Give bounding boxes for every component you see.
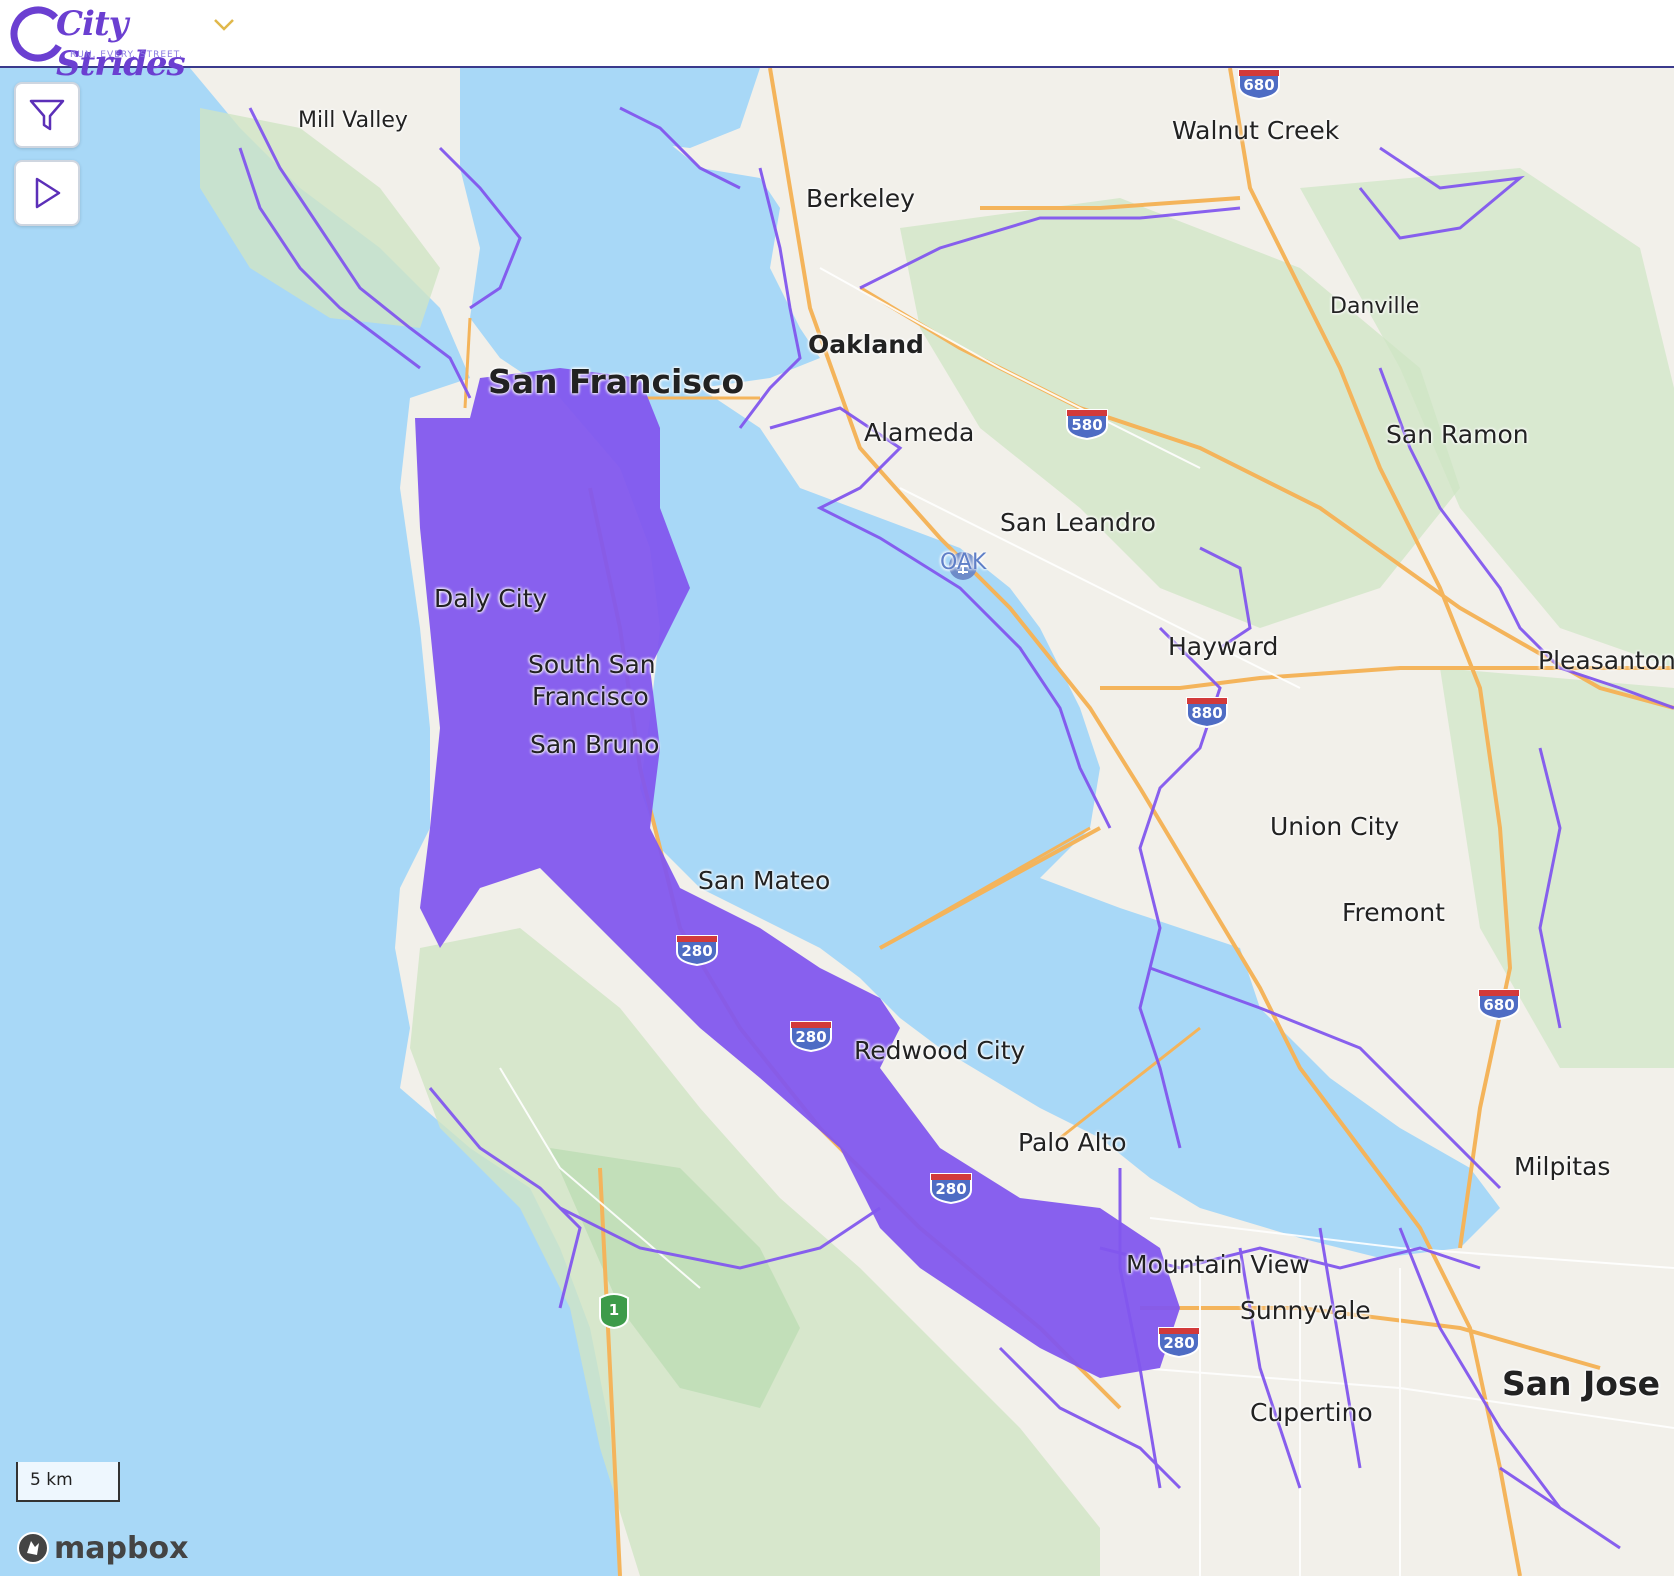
place-label: Union City (1270, 812, 1400, 841)
logo-title: City Strides (56, 4, 186, 84)
place-label: Pleasanton (1538, 646, 1674, 675)
place-label: San Mateo (698, 866, 831, 895)
place-label: Palo Alto (1018, 1128, 1127, 1157)
place-label: South San (528, 650, 656, 679)
filter-icon (29, 99, 65, 131)
play-icon (35, 177, 61, 209)
map-canvas[interactable]: Mill Valley Walnut Creek Berkeley Danvil… (0, 68, 1674, 1576)
chevron-down-icon[interactable] (212, 14, 236, 34)
play-button[interactable] (14, 160, 80, 226)
interstate-shield-icon: 880 (1184, 694, 1230, 729)
place-label: Hayward (1168, 632, 1279, 661)
mapbox-attribution[interactable]: mapbox (16, 1528, 188, 1568)
place-label: San Bruno (530, 730, 660, 759)
interstate-shield-icon: 280 (788, 1018, 834, 1053)
place-label: San Ramon (1386, 420, 1529, 449)
place-label: Berkeley (806, 184, 915, 213)
interstate-shield-icon: 680 (1236, 68, 1282, 101)
mapbox-wordmark: mapbox (54, 1530, 189, 1566)
interstate-shield-icon: 580 (1064, 406, 1110, 441)
place-label: Oakland (808, 330, 924, 359)
logo-tagline: RUN. EVERY. STREET. (70, 50, 184, 60)
citystrides-logo[interactable]: City Strides RUN. EVERY. STREET. (8, 4, 198, 84)
place-label: Sunnyvale (1240, 1296, 1371, 1325)
place-label: Cupertino (1250, 1398, 1373, 1427)
place-label: San Francisco (488, 362, 745, 401)
scale-label: 5 km (30, 1470, 73, 1490)
interstate-shield-icon: 280 (674, 932, 720, 967)
mapbox-logo-icon (17, 1532, 49, 1564)
place-label: Mill Valley (298, 108, 408, 133)
place-label: San Leandro (1000, 508, 1156, 537)
place-label: Redwood City (854, 1036, 1026, 1065)
interstate-shield-icon: 280 (928, 1170, 974, 1205)
place-label: Alameda (864, 418, 975, 447)
filter-button[interactable] (14, 82, 80, 148)
interstate-shield-icon: 280 (1156, 1324, 1202, 1359)
place-label: Walnut Creek (1172, 116, 1340, 145)
interstate-shield-icon: 680 (1476, 986, 1522, 1021)
place-label: Milpitas (1514, 1152, 1611, 1181)
scale-bar: 5 km (16, 1462, 120, 1502)
place-label: Fremont (1342, 898, 1445, 927)
place-label: Danville (1330, 294, 1420, 319)
place-label: OAK (940, 550, 987, 575)
state-route-shield-icon: 1 (594, 1290, 634, 1330)
place-label: Mountain View (1126, 1250, 1310, 1279)
place-label: Daly City (434, 584, 548, 613)
place-label: San Jose (1502, 1364, 1660, 1403)
map-base (0, 68, 1674, 1576)
top-bar: City Strides RUN. EVERY. STREET. (0, 0, 1674, 84)
place-label: Francisco (532, 682, 649, 711)
